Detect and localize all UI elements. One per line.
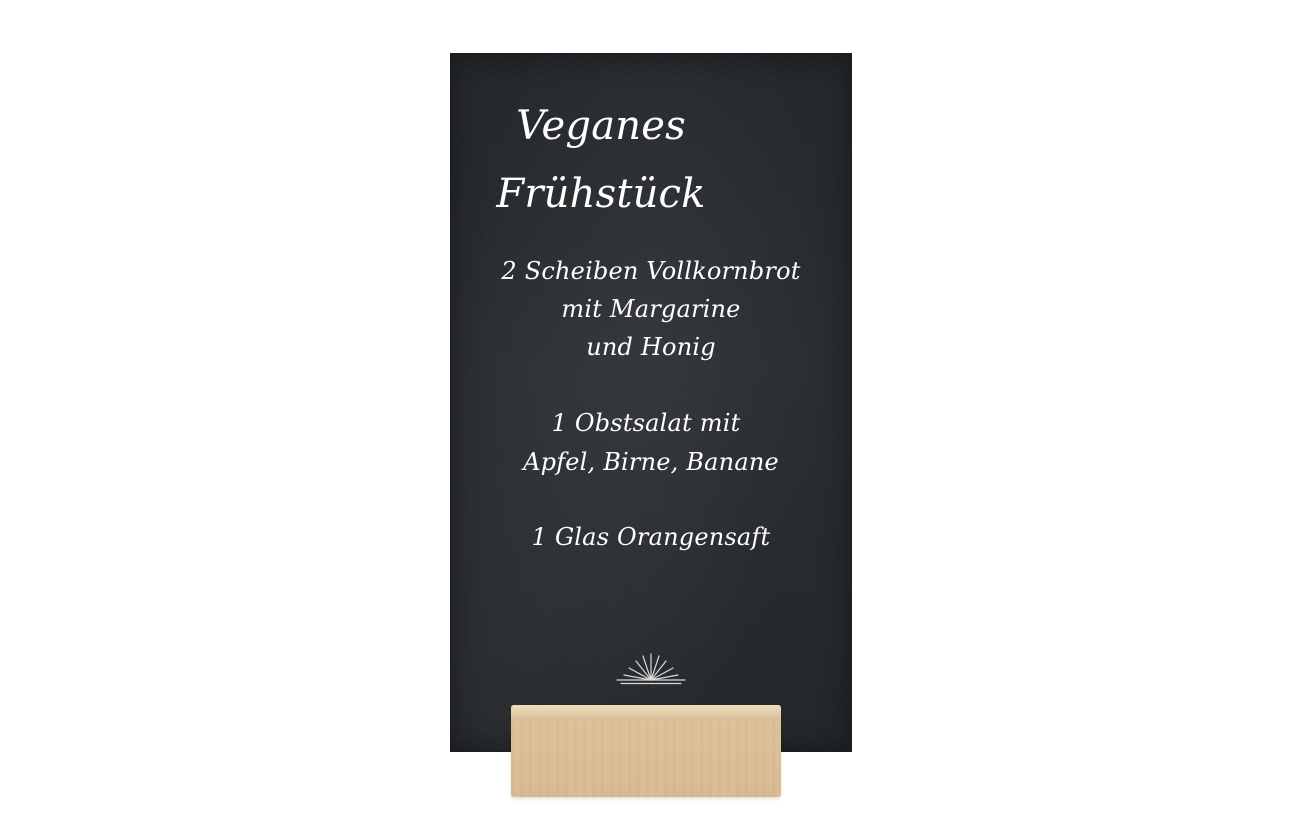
menu-item-line: 1 Obstsalat mit: [551, 409, 741, 437]
chalkboard-sign: Veganes Frühstück 2 Scheiben Vollkornbro…: [450, 53, 852, 752]
sunburst-icon: [616, 653, 686, 685]
menu-item-line: 2 Scheiben Vollkornbrot: [501, 257, 801, 285]
wooden-stand: [511, 705, 781, 797]
menu-item-line: mit Margarine: [561, 295, 741, 323]
title-line-2: Frühstück: [496, 171, 706, 217]
menu-item-line: Apfel, Birne, Banane: [523, 448, 779, 476]
menu-item-line: und Honig: [586, 333, 716, 361]
menu-item-line: 1 Glas Orangensaft: [531, 523, 771, 551]
title-line-1: Veganes: [516, 103, 686, 149]
